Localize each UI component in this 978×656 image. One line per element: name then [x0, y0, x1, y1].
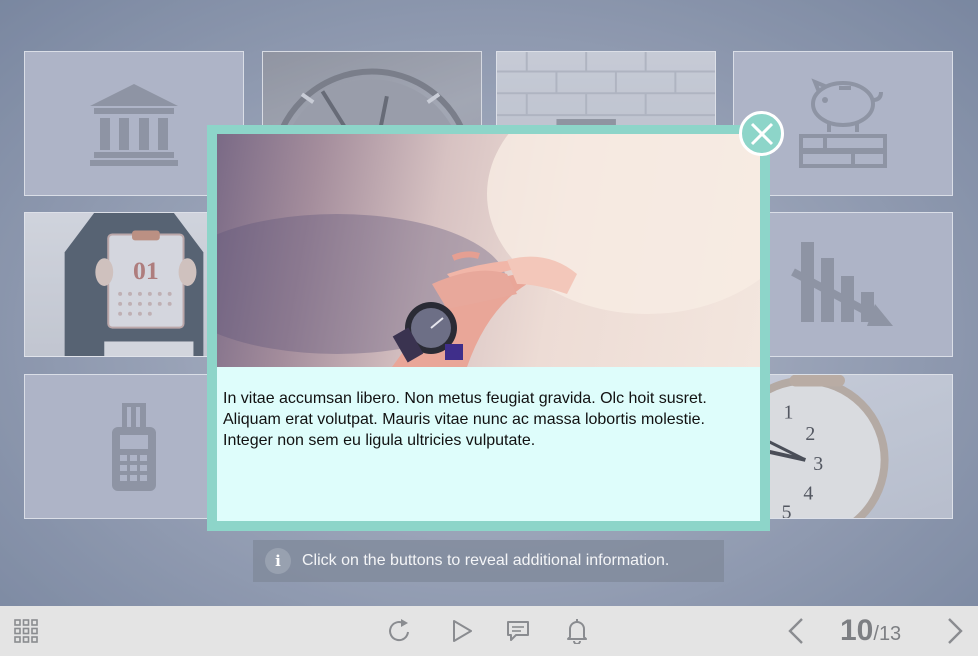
- close-icon: [750, 122, 773, 145]
- notifications-button[interactable]: [561, 606, 593, 656]
- replay-button[interactable]: [384, 606, 416, 656]
- replay-icon: [389, 619, 409, 642]
- clock-number-1: 1: [784, 401, 794, 423]
- bank-icon: [90, 83, 178, 166]
- chat-icon: [507, 621, 529, 641]
- instruction-text: Click on the buttons to reveal additiona…: [302, 552, 670, 569]
- captions-button[interactable]: [502, 606, 534, 656]
- clock-number-3: 3: [813, 453, 823, 475]
- clock-number-4: 4: [803, 483, 813, 505]
- page-current: 10: [840, 614, 874, 647]
- bell-icon: [567, 619, 587, 644]
- card-terminal-icon: [112, 402, 156, 491]
- clock-number-2: 2: [805, 423, 815, 445]
- popup-content: In vitae accumsan libero. Non metus feug…: [217, 134, 760, 521]
- next-slide-button[interactable]: [940, 606, 970, 656]
- play-icon: [453, 620, 472, 642]
- calendar-day-number: 01: [133, 256, 159, 285]
- info-icon: i: [265, 548, 291, 574]
- popup-close-button[interactable]: [739, 111, 784, 156]
- previous-slide-button[interactable]: [781, 606, 811, 656]
- info-popup: In vitae accumsan libero. Non metus feug…: [207, 125, 770, 531]
- page-total: 13: [878, 623, 902, 645]
- player-toolbar: 10 / 13: [0, 606, 978, 656]
- menu-button[interactable]: [8, 606, 44, 656]
- wristwatch-illustration: [217, 134, 760, 367]
- slide-stage: 01 1 2 3 4 5 In vitae accumsan libero. N…: [0, 0, 978, 606]
- chevron-right-icon: [948, 618, 963, 644]
- popup-body-text: In vitae accumsan libero. Non metus feug…: [223, 390, 707, 449]
- play-button[interactable]: [446, 606, 478, 656]
- clock-number-5: 5: [782, 501, 792, 519]
- page-counter: 10 / 13: [840, 614, 901, 648]
- declining-chart-icon: [791, 241, 893, 326]
- piggy-bank-icon: [799, 77, 887, 168]
- popup-image-wristwatch: [217, 134, 760, 367]
- chevron-left-icon: [788, 618, 803, 644]
- grid-menu-icon: [14, 619, 38, 643]
- instruction-bar: i Click on the buttons to reveal additio…: [253, 540, 724, 582]
